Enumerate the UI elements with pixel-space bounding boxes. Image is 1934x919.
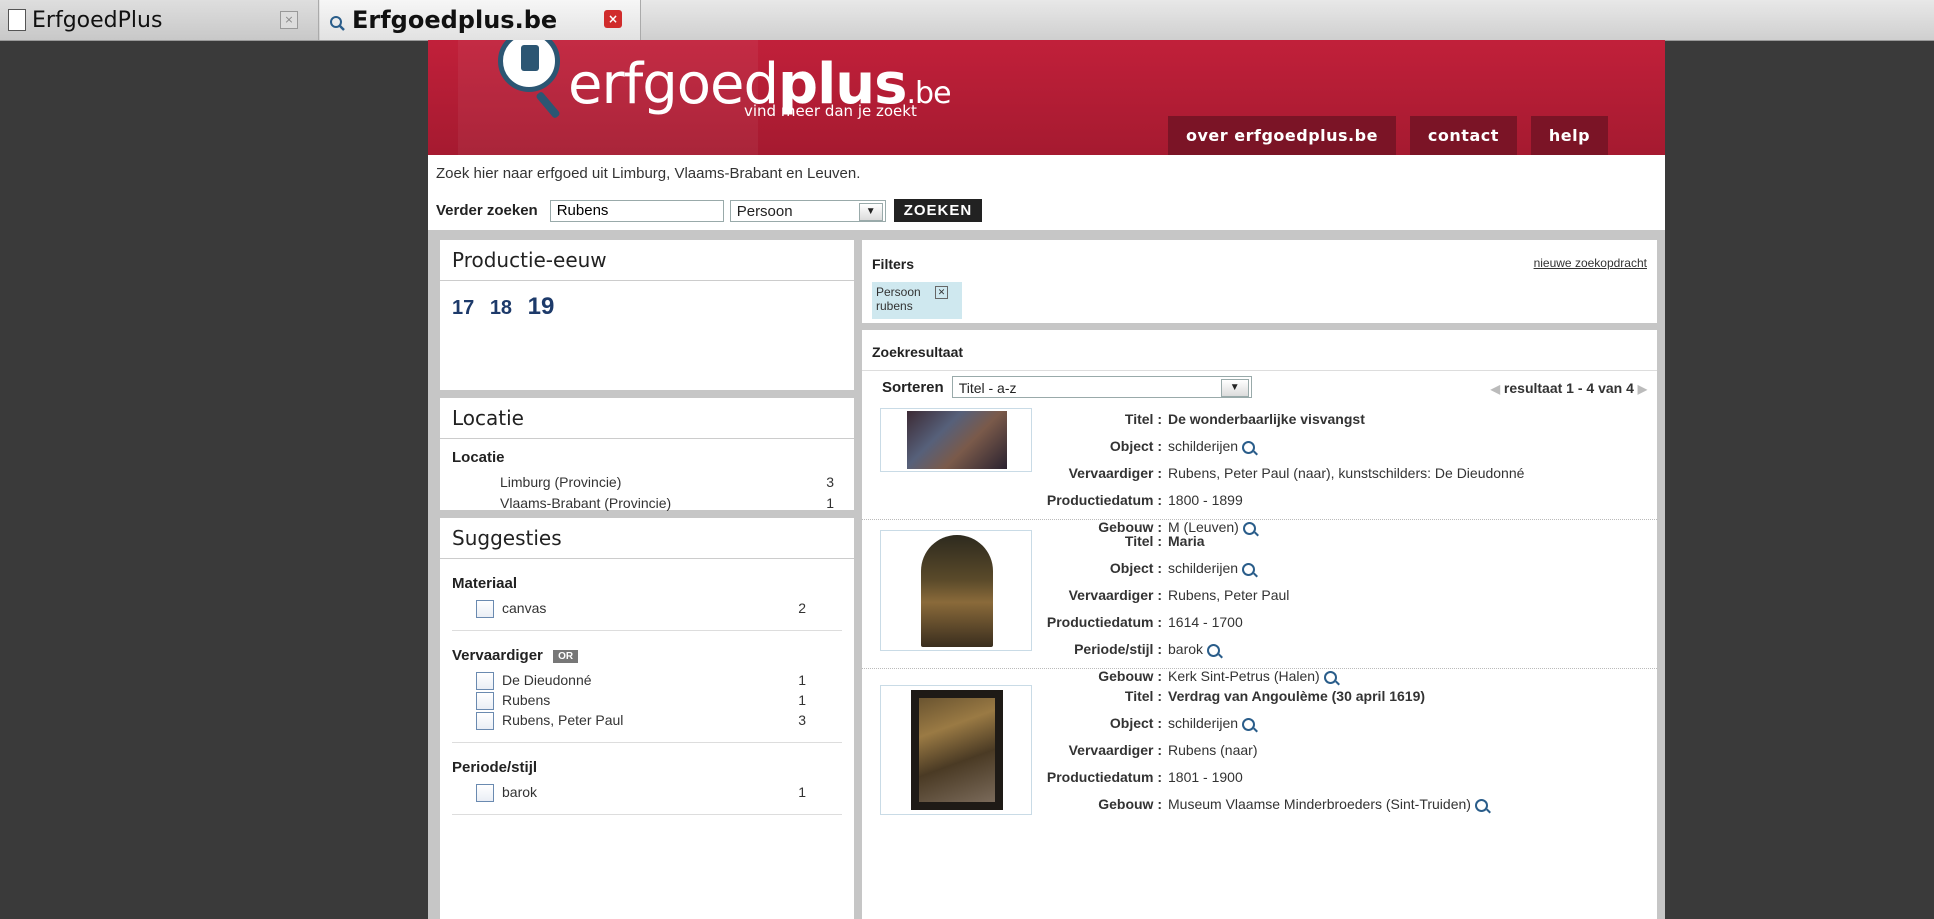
location-panel-title: Locatie: [440, 398, 854, 439]
search-input[interactable]: [549, 199, 724, 222]
result-item[interactable]: Titel : Maria Object : schilderijen Vervaa…: [862, 528, 1657, 684]
list-item[interactable]: Vlaams-Brabant (Provincie) 1: [440, 493, 834, 514]
search-icon[interactable]: [1207, 643, 1221, 657]
century-link[interactable]: 17: [452, 297, 474, 319]
next-page-icon[interactable]: ▶: [1638, 382, 1647, 396]
nav-over[interactable]: over erfgoedplus.be: [1168, 116, 1396, 155]
result-item[interactable]: Titel : De wonderbaarlijke visvangst Obje…: [862, 406, 1657, 535]
page-container: erfgoedplus.be vind meer dan je zoekt ov…: [428, 40, 1665, 919]
checkbox[interactable]: [476, 784, 494, 803]
search-icon[interactable]: [1474, 798, 1488, 812]
checkbox[interactable]: [476, 672, 494, 691]
suggestions-panel: Suggesties Materiaal canvas 2 Vervaardig…: [440, 518, 854, 919]
century-panel: Productie-eeuw 17 18 19: [440, 240, 854, 390]
chevron-down-icon[interactable]: ▼: [858, 202, 883, 221]
facet-title: Periode/stijl: [452, 759, 538, 776]
filter-chip: Persoon rubens ✕: [872, 282, 962, 319]
tab-erfgoedplus-be[interactable]: Erfgoedplus.be ×: [320, 0, 641, 40]
result-fields: Titel : Verdrag van Angoulème (30 april 1…: [1032, 683, 1488, 818]
tab-close-icon[interactable]: ×: [280, 11, 298, 29]
site-tagline: vind meer dan je zoekt: [744, 102, 917, 120]
or-badge[interactable]: OR: [553, 649, 579, 663]
facet-option[interactable]: barok 1: [440, 782, 806, 803]
sort-row: Sorteren Titel - a-z ▼: [882, 376, 1252, 398]
main-nav: over erfgoedplus.be contact help: [1168, 116, 1609, 155]
divider: [862, 370, 1657, 371]
search-icon[interactable]: [1242, 440, 1256, 454]
search-button[interactable]: ZOEKEN: [893, 199, 983, 222]
suggestions-panel-title: Suggesties: [440, 518, 854, 559]
result-title[interactable]: Maria: [1168, 533, 1205, 549]
sort-label: Sorteren: [882, 378, 944, 396]
century-link[interactable]: 19: [528, 293, 555, 320]
tab-label: ErfgoedPlus: [32, 7, 163, 33]
results-title: Zoekresultaat: [872, 344, 964, 360]
result-title[interactable]: De wonderbaarlijke visvangst: [1168, 411, 1365, 427]
tab-label: Erfgoedplus.be: [352, 6, 558, 34]
paging-text: resultaat 1 - 4 van 4: [1503, 380, 1634, 396]
checkbox[interactable]: [476, 692, 494, 711]
facet-title: Materiaal: [452, 575, 518, 592]
facet-option[interactable]: De Dieudonné 1: [440, 670, 806, 691]
divider: [452, 814, 842, 815]
checkbox[interactable]: [476, 600, 494, 619]
checkbox[interactable]: [476, 712, 494, 731]
nav-help[interactable]: help: [1530, 116, 1609, 155]
painting-image: [919, 698, 995, 802]
nav-contact[interactable]: contact: [1409, 116, 1517, 155]
tab-erfgoedplus[interactable]: ErfgoedPlus ×: [0, 0, 319, 40]
century-link[interactable]: 18: [490, 297, 512, 319]
search-icon[interactable]: [1242, 717, 1256, 731]
search-icon[interactable]: [1323, 670, 1337, 684]
prev-page-icon[interactable]: ◀: [1491, 382, 1500, 396]
browser-tab-bar: ErfgoedPlus × Erfgoedplus.be ×: [0, 0, 1934, 41]
filters-panel: Filters nieuwe zoekopdracht Persoon rube…: [862, 240, 1657, 323]
search-label: Verder zoeken: [436, 202, 538, 219]
facet-option[interactable]: canvas 2: [440, 598, 806, 619]
result-title[interactable]: Verdrag van Angoulème (30 april 1619): [1168, 688, 1425, 704]
century-list: 17 18 19: [440, 281, 854, 333]
search-row: Verder zoeken Persoon ▼ ZOEKEN: [436, 199, 983, 222]
result-thumbnail[interactable]: [880, 685, 1032, 815]
search-bar: Zoek hier naar erfgoed uit Limburg, Vlaa…: [428, 155, 1665, 230]
search-icon: [328, 10, 346, 31]
result-fields: Titel : De wonderbaarlijke visvangst Obje…: [1046, 411, 1525, 535]
search-icon[interactable]: [1242, 562, 1256, 576]
result-fields: Titel : Maria Object : schilderijen Vervaa…: [1032, 528, 1337, 690]
location-subtitle: Locatie: [452, 449, 505, 466]
facet-title: Vervaardiger OR: [440, 631, 854, 670]
facet-option[interactable]: Rubens, Peter Paul 3: [440, 710, 806, 731]
filter-chip-value: rubens: [876, 299, 913, 313]
chevron-down-icon[interactable]: ▼: [1220, 379, 1249, 397]
location-panel: Locatie Locatie Limburg (Provincie) 3 Vl…: [440, 398, 854, 511]
result-item[interactable]: Titel : Verdrag van Angoulème (30 april 1…: [862, 683, 1657, 919]
painting-image: [907, 411, 1007, 469]
search-intro: Zoek hier naar erfgoed uit Limburg, Vlaa…: [436, 165, 861, 182]
list-item[interactable]: Limburg (Provincie) 3: [440, 472, 834, 493]
filters-title: Filters: [872, 256, 915, 272]
sort-select[interactable]: Titel - a-z ▼: [951, 376, 1252, 398]
site-banner: erfgoedplus.be vind meer dan je zoekt ov…: [428, 40, 1665, 155]
new-query-link[interactable]: nieuwe zoekopdracht: [1534, 256, 1647, 270]
century-panel-title: Productie-eeuw: [440, 240, 854, 281]
paging: ◀ resultaat 1 - 4 van 4 ▶: [1491, 380, 1647, 396]
tab-close-icon[interactable]: ×: [604, 10, 622, 28]
painting-image: [921, 535, 993, 647]
facet-option[interactable]: Rubens 1: [440, 690, 806, 711]
document-icon: [8, 9, 26, 31]
result-thumbnail[interactable]: [880, 530, 1032, 651]
search-type-select[interactable]: Persoon ▼: [729, 199, 886, 222]
results-panel: Zoekresultaat Sorteren Titel - a-z ▼ ◀ r…: [862, 330, 1657, 919]
remove-filter-icon[interactable]: ✕: [935, 286, 948, 299]
result-thumbnail[interactable]: [880, 408, 1032, 472]
